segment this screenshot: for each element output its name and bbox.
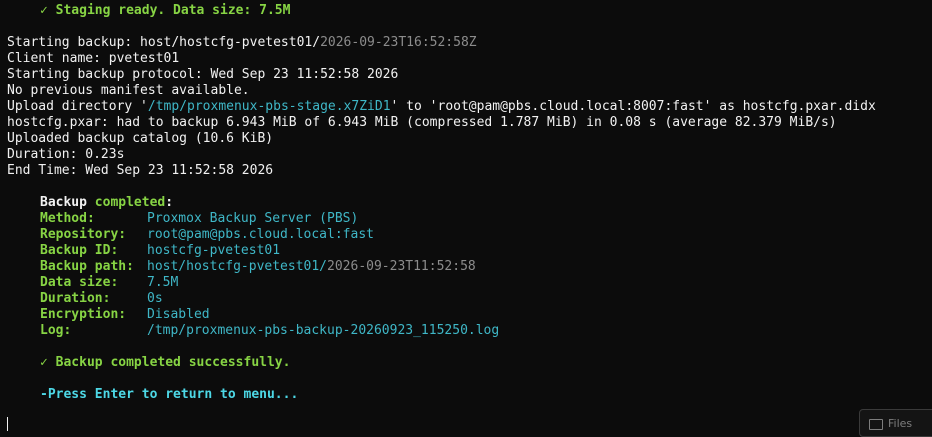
terminal-output: ✓ Staging ready. Data size: 7.5M Startin… [7,3,932,403]
duration-line: Duration: 0.23s [7,147,125,162]
end-time-line: End Time: Wed Sep 23 11:52:58 2026 [7,163,274,178]
catalog-line: Uploaded backup catalog (10.6 KiB) [7,131,274,146]
starting-backup-line: Starting backup: host/hostcfg-pvetest01/… [7,35,477,50]
client-name-line: Client name: pvetest01 [7,51,180,66]
folder-icon [869,418,883,430]
files-button-label: Files [888,416,913,430]
summary-row-backup-path: Backup path: host/hostcfg-pvetest01/2026-… [40,259,476,274]
summary-row-method: Method: Proxmox Backup Server (PBS) [40,211,359,226]
summary-title: Backup completed: [40,195,174,210]
summary-row-duration: Duration: 0s [40,291,163,306]
pxar-line: hostcfg.pxar: had to backup 6.943 MiB of… [7,115,837,130]
summary-row-encryption: Encryption: Disabled [40,307,210,322]
summary-row-data-size: Data size: 7.5M [40,275,179,290]
success-line: ✓ Backup completed successfully. [40,355,291,370]
summary-row-repository: Repository: root@pam@pbs.cloud.local:fast [40,227,374,242]
no-manifest-line: No previous manifest available. [7,83,250,98]
protocol-line: Starting backup protocol: Wed Sep 23 11:… [7,67,399,82]
summary-row-log: Log:/tmp/proxmenux-pbs-backup-20260923_1… [40,323,500,338]
summary-row-backup-id: Backup ID: hostcfg-pvetest01 [40,243,281,258]
return-prompt[interactable]: -Press Enter to return to menu... [7,387,932,403]
upload-directory-line: Upload directory '/tmp/proxmenux-pbs-sta… [7,99,876,114]
text-cursor [7,417,8,431]
staging-ready-line: ✓ Staging ready. Data size: 7.5M [40,3,291,18]
